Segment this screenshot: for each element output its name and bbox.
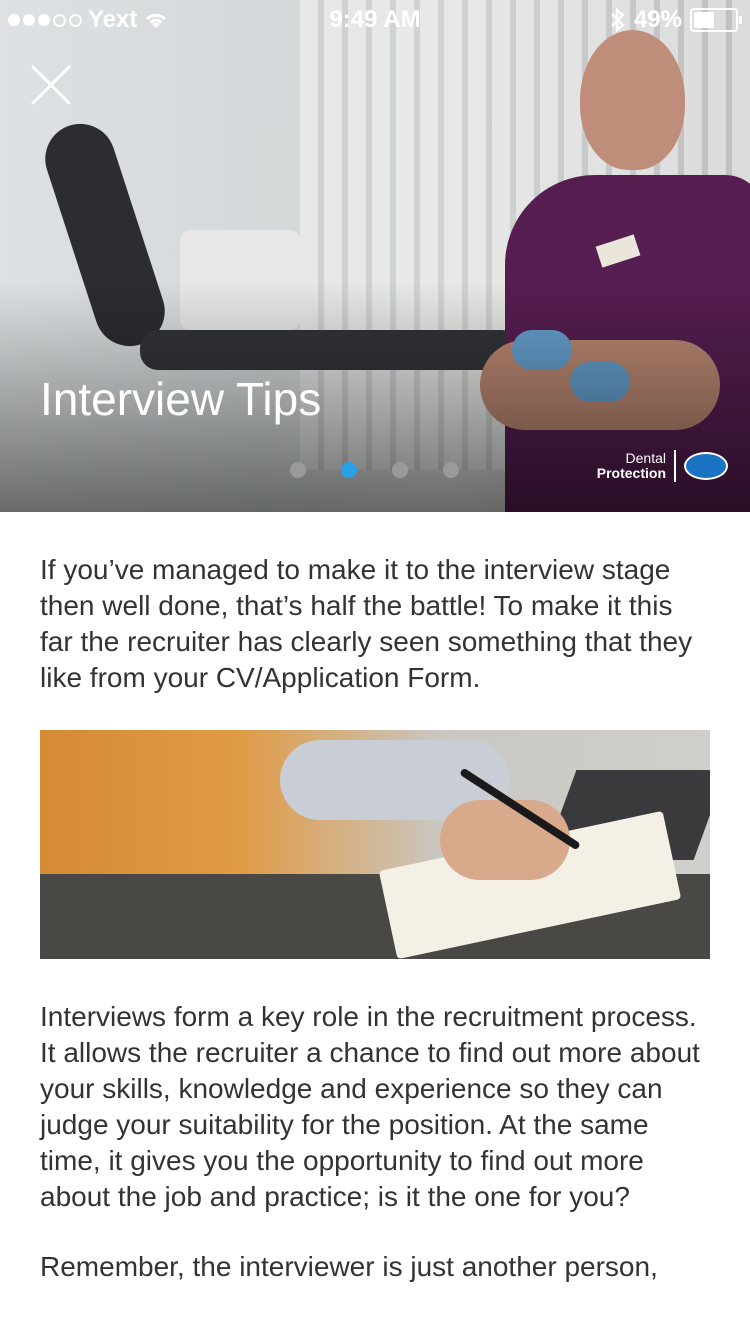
brand-line2: Protection: [596, 465, 666, 481]
battery-percent: 49%: [633, 6, 682, 33]
battery-icon: [690, 8, 742, 32]
close-button[interactable]: [30, 64, 72, 106]
brand-divider: [674, 450, 676, 482]
article-paragraph: Interviews form a key role in the recrui…: [40, 1001, 700, 1212]
hero-banner: Yext 9:49 AM 49% Interview Tips Dental P…: [0, 0, 750, 512]
status-right: 49%: [610, 6, 742, 34]
pager-dot-1[interactable]: [290, 462, 306, 478]
status-bar: Yext 9:49 AM 49%: [0, 0, 750, 40]
pager-dot-2[interactable]: [341, 462, 357, 478]
page-title: Interview Tips: [40, 373, 322, 425]
article-content: If you’ve managed to make it to the inte…: [0, 512, 750, 1285]
article-image: [40, 730, 710, 959]
pager-dot-4[interactable]: [443, 462, 459, 478]
pager-dot-3[interactable]: [392, 462, 408, 478]
brand-emblem-icon: [684, 452, 728, 480]
brand-line1: Dental: [625, 450, 666, 466]
article-paragraph: Remember, the interviewer is just anothe…: [40, 1251, 658, 1282]
article-intro: If you’ve managed to make it to the inte…: [40, 554, 693, 693]
carousel-pager: [290, 462, 459, 478]
bluetooth-icon: [611, 8, 625, 32]
close-icon: [31, 65, 71, 105]
brand-logo: Dental Protection: [597, 450, 728, 482]
